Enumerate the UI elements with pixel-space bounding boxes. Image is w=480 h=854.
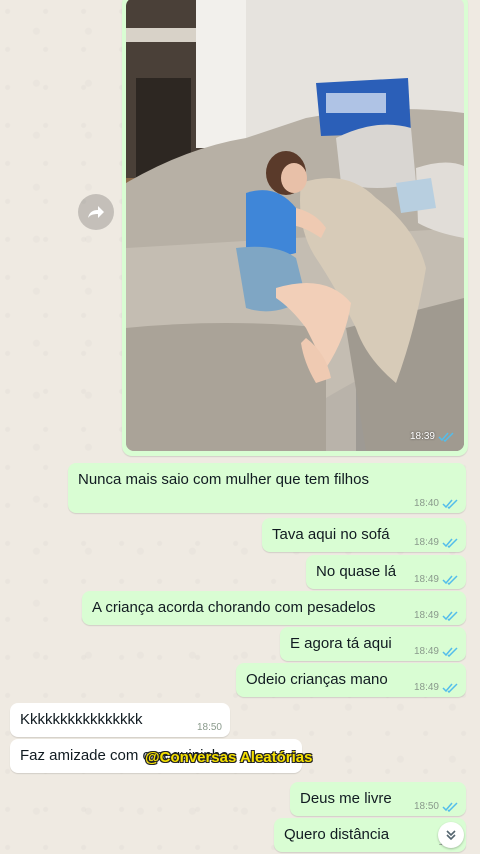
double-check-icon [442, 498, 458, 509]
double-check-icon [442, 537, 458, 548]
message-meta: 18:40 [414, 498, 458, 509]
message-bubble-outgoing[interactable]: E agora tá aqui 18:49 [280, 627, 466, 661]
message-bubble-outgoing[interactable]: A criança acorda chorando com pesadelos … [82, 591, 466, 625]
message-text: A criança acorda chorando com pesadelos [92, 599, 376, 616]
message-bubble-outgoing[interactable]: No quase lá 18:49 [306, 555, 466, 589]
watermark-overlay: @Conversas Aleatórias [145, 749, 313, 766]
message-time: 18:49 [413, 646, 439, 657]
message-time: 18:49 [413, 610, 439, 621]
message-time: 18:50 [413, 801, 439, 812]
double-check-icon [442, 646, 458, 657]
message-text: Odeio crianças mano [246, 671, 388, 688]
photo-couch-girl[interactable] [126, 0, 464, 451]
message-text: Tava aqui no sofá [272, 526, 390, 543]
message-text: Deus me livre [300, 790, 392, 807]
message-bubble-outgoing[interactable]: Tava aqui no sofá 18:49 [262, 518, 466, 552]
forward-button[interactable] [78, 194, 114, 230]
scroll-to-bottom-button[interactable] [438, 822, 464, 848]
message-meta: 18:49 [414, 646, 458, 657]
double-check-icon [442, 610, 458, 621]
message-time: 18:40 [413, 498, 439, 509]
message-meta: 18:49 [414, 537, 458, 548]
message-bubble-outgoing[interactable]: Nunca mais saio com mulher que tem filho… [68, 463, 466, 513]
message-bubble-outgoing[interactable]: Odeio crianças mano 18:49 [236, 663, 466, 697]
double-check-icon [442, 574, 458, 585]
message-bubble-outgoing[interactable]: Deus me livre 18:50 [290, 782, 466, 816]
forward-icon [88, 206, 104, 218]
chevron-double-down-icon [446, 830, 456, 841]
message-text: No quase lá [316, 563, 397, 580]
message-meta: 18:49 [414, 574, 458, 585]
message-text: Kkkkkkkkkkkkkkkk [20, 711, 143, 728]
message-text: Nunca mais saio com mulher que tem filho… [78, 471, 369, 488]
double-check-icon [442, 801, 458, 812]
double-check-icon [438, 431, 454, 442]
message-meta: 18:49 [414, 682, 458, 693]
double-check-icon [442, 682, 458, 693]
message-text: E agora tá aqui [290, 635, 392, 652]
image-timestamp: 18:39 [410, 431, 454, 442]
message-time: 18:49 [413, 682, 439, 693]
message-meta: 18:49 [414, 610, 458, 621]
message-time: 18:50 [196, 722, 222, 733]
message-time: 18:49 [413, 537, 439, 548]
message-bubble-incoming[interactable]: Kkkkkkkkkkkkkkkk 18:50 [10, 703, 230, 737]
message-text: Quero distância [284, 826, 390, 843]
message-meta: 18:50 [414, 801, 458, 812]
image-message[interactable]: 18:39 [122, 0, 468, 456]
image-time: 18:39 [409, 431, 435, 442]
message-time: 18:49 [413, 574, 439, 585]
message-meta: 18:50 [197, 722, 222, 733]
